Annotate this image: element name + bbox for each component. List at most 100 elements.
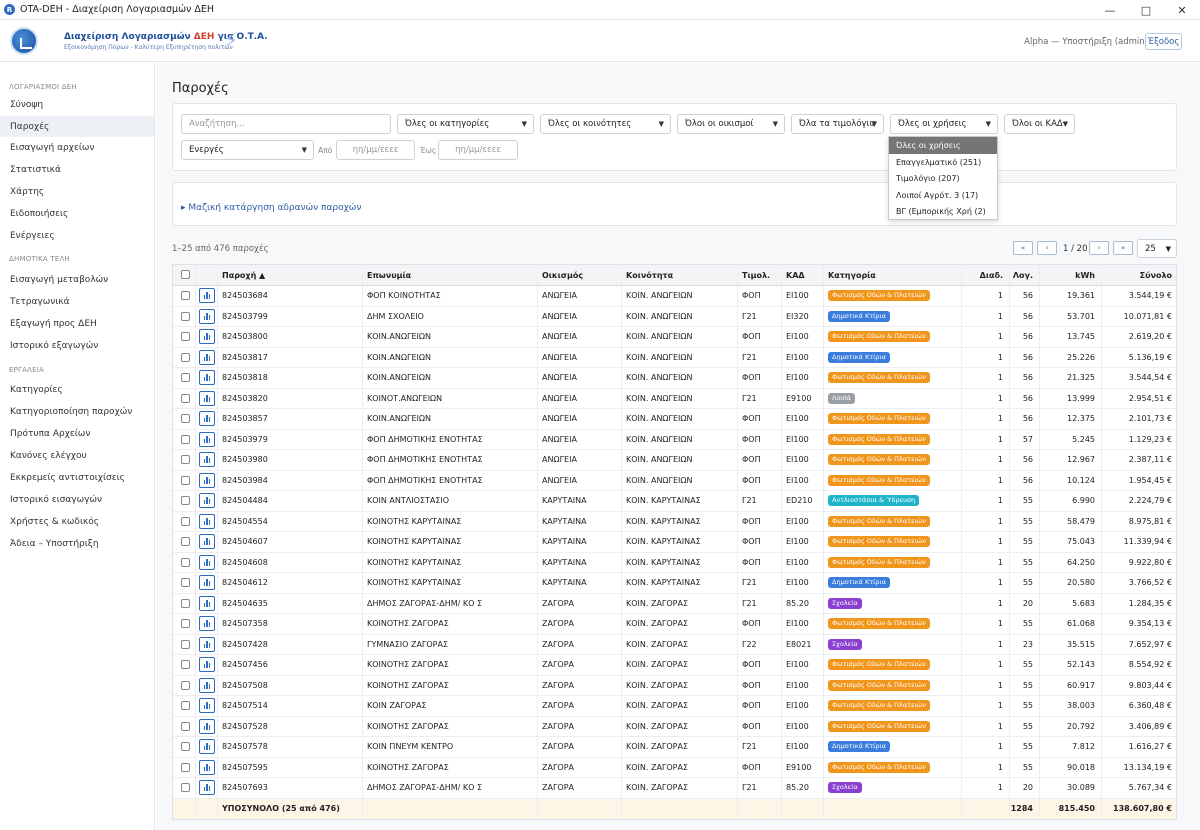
column-header-kwh[interactable]: kWh (1039, 265, 1101, 285)
table-row[interactable]: 824507456 ΚΟΙΝΟΤΗΣ ΖΑΓΟΡΑΣ ΖΑΓΟΡΑ ΚΟΙΝ. ΖΑΓ… (173, 655, 1176, 676)
sidebar-item-license[interactable]: Άδεια – Υποστήριξη (0, 533, 154, 554)
column-header-community[interactable]: Κοινότητα (621, 265, 737, 285)
row-checkbox[interactable] (181, 619, 190, 628)
table-row[interactable]: 824507358 ΚΟΙΝΟΤΗΣ ΖΑΓΟΡΑΣ ΖΑΓΟΡΑ ΚΟΙΝ. ΖΑΓ… (173, 614, 1176, 635)
table-row[interactable]: 824504484 ΚΟΙΝ ΑΝΤΛΙΟΣΤΑΣΙΟ ΚΑΡΥΤΑΙΝΑ ΚΟΙΝ.… (173, 491, 1176, 512)
table-row[interactable]: 824507428 ΓΥΜΝΑΣΙΟ ΖΑΓΟΡΑΣ ΖΑΓΟΡΑ ΚΟΙΝ. ΖΑΓ… (173, 634, 1176, 655)
bar-chart-icon[interactable] (199, 349, 215, 365)
table-row[interactable]: 824507595 ΚΟΙΝΟΤΗΣ ΖΑΓΟΡΑΣ ΖΑΓΟΡΑ ΚΟΙΝ. ΖΑΓ… (173, 757, 1176, 778)
column-header-kad[interactable]: ΚΑΔ (781, 265, 823, 285)
prev-page-button[interactable]: ‹ (1037, 241, 1057, 255)
row-checkbox[interactable] (181, 680, 190, 690)
table-row[interactable]: 824504612 ΚΟΙΝΟΤΗΣ ΚΑΡΥΤΑΙΝΑΣ ΚΑΡΥΤΑΙΝΑ ΚΟΙ… (173, 573, 1176, 594)
table-row[interactable]: 824507508 ΚΟΙΝΟΤΗΣ ΖΑΓΟΡΑΣ ΖΑΓΟΡΑ ΚΟΙΝ. ΖΑΓ… (173, 675, 1176, 696)
table-row[interactable]: 824504554 ΚΟΙΝΟΤΗΣ ΚΑΡΥΤΑΙΝΑΣ ΚΑΡΥΤΑΙΝΑ ΚΟΙ… (173, 511, 1176, 532)
column-header-log[interactable]: Λογ. (1009, 265, 1039, 285)
status-select[interactable]: Ενεργές ▼ (181, 140, 314, 160)
table-row[interactable]: 824503857 ΚΟΙΝ.ΑΝΩΓΕΙΩΝ ΑΝΩΓΕΙΑ ΚΟΙΝ. ΑΝΩΓΕ… (173, 409, 1176, 430)
sidebar-item-square-meters[interactable]: Τετραγωνικά (0, 291, 154, 312)
row-checkbox[interactable] (181, 414, 190, 423)
sidebar-item-statistics[interactable]: Στατιστικά (0, 159, 154, 180)
bar-chart-icon[interactable] (199, 739, 215, 754)
bar-chart-icon[interactable] (199, 534, 215, 549)
column-header-name[interactable]: Επωνυμία (362, 265, 537, 285)
row-checkbox[interactable] (181, 742, 190, 751)
bar-chart-icon[interactable] (199, 452, 215, 467)
sidebar-item-supplies[interactable]: Παροχές (0, 116, 154, 137)
use-option[interactable]: Τιμολόγιο (207) (889, 171, 997, 188)
sidebar-item-import-files[interactable]: Εισαγωγή αρχείων (0, 137, 154, 158)
maximize-icon[interactable]: □ (1128, 0, 1164, 20)
select-all-checkbox[interactable] (181, 270, 190, 279)
use-select[interactable]: Όλες οι χρήσεις ▼ (890, 114, 998, 134)
sidebar-item-map[interactable]: Χάρτης (0, 181, 154, 202)
row-checkbox[interactable] (181, 660, 190, 669)
last-page-button[interactable]: » (1113, 241, 1133, 255)
row-checkbox[interactable] (181, 311, 190, 321)
table-row[interactable]: 824504635 ΔΗΜΟΣ ΖΑΓΟΡΑΣ-ΔΗΜ/ ΚΟ Σ ΖΑΓΟΡΑ ΚΟ… (173, 593, 1176, 614)
row-checkbox[interactable] (181, 373, 190, 382)
table-row[interactable]: 824507528 ΚΟΙΝΟΤΗΣ ΖΑΓΟΡΑΣ ΖΑΓΟΡΑ ΚΟΙΝ. ΖΑΓ… (173, 716, 1176, 737)
row-checkbox[interactable] (181, 639, 190, 649)
bar-chart-icon[interactable] (199, 677, 215, 693)
sidebar-item-import-changes[interactable]: Εισαγωγή μεταβολών (0, 269, 154, 290)
bar-chart-icon[interactable] (199, 370, 215, 385)
sidebar-item-actions[interactable]: Ενέργειες (0, 225, 154, 246)
sidebar-item-overview[interactable]: Σύνοψη (0, 94, 154, 115)
bar-chart-icon[interactable] (199, 554, 215, 570)
row-checkbox[interactable] (181, 291, 190, 300)
community-select[interactable]: Όλες οι κοινότητες ▼ (540, 114, 671, 134)
table-row[interactable]: 824503984 ΦΟΠ ΔΗΜΟΤΙΚΗΣ ΕΝΟΤΗΤΑΣ ΑΝΩΓΕΙΑ ΚΟ… (173, 470, 1176, 491)
row-checkbox[interactable] (181, 721, 190, 731)
row-checkbox[interactable] (181, 557, 190, 567)
row-checkbox[interactable] (181, 393, 190, 403)
row-checkbox[interactable] (181, 762, 190, 772)
first-page-button[interactable]: « (1013, 241, 1033, 255)
column-header-settlement[interactable]: Οικισμός (537, 265, 621, 285)
sidebar-item-import-history[interactable]: Ιστορικό εισαγωγών (0, 489, 154, 510)
bar-chart-icon[interactable] (199, 472, 215, 488)
row-checkbox[interactable] (181, 475, 190, 485)
sidebar-item-export-deh[interactable]: Εξαγωγή προς ΔΕΗ (0, 313, 154, 334)
bar-chart-icon[interactable] (199, 718, 215, 734)
logout-button[interactable]: Έξοδος (1145, 33, 1182, 50)
bar-chart-icon[interactable] (199, 759, 215, 775)
use-option[interactable]: ΒΓ (Εμπορικής Χρή (2) (889, 204, 997, 221)
table-row[interactable]: 824504608 ΚΟΙΝΟΤΗΣ ΚΑΡΥΤΑΙΝΑΣ ΚΑΡΥΤΑΙΝΑ ΚΟΙ… (173, 552, 1176, 573)
table-row[interactable]: 824504607 ΚΟΙΝΟΤΗΣ ΚΑΡΥΤΑΙΝΑΣ ΚΑΡΥΤΑΙΝΑ ΚΟΙ… (173, 532, 1176, 553)
use-option[interactable]: Επαγγελματικό (251) (889, 154, 997, 171)
column-header-distrib[interactable]: Διαδ. (961, 265, 1009, 285)
table-row[interactable]: 824503979 ΦΟΠ ΔΗΜΟΤΙΚΗΣ ΕΝΟΤΗΤΑΣ ΑΝΩΓΕΙΑ ΚΟ… (173, 429, 1176, 450)
bar-chart-icon[interactable] (199, 616, 215, 631)
bar-chart-icon[interactable] (199, 411, 215, 426)
sidebar-item-export-history[interactable]: Ιστορικό εξαγωγών (0, 335, 154, 356)
table-row[interactable]: 824503818 ΚΟΙΝ.ΑΝΩΓΕΙΩΝ ΑΝΩΓΕΙΑ ΚΟΙΝ. ΑΝΩΓΕ… (173, 368, 1176, 389)
bar-chart-icon[interactable] (199, 329, 215, 344)
bar-chart-icon[interactable] (199, 595, 215, 611)
row-checkbox[interactable] (181, 516, 190, 526)
row-checkbox[interactable] (181, 537, 190, 546)
table-row[interactable]: 824507514 ΚΟΙΝ ΖΑΓΟΡΑΣ ΖΑΓΟΡΑ ΚΟΙΝ. ΖΑΓΟΡΑΣ… (173, 696, 1176, 717)
date-to-input[interactable]: ηη/μμ/εεεε (438, 140, 518, 160)
use-option[interactable]: Όλες οι χρήσεις (889, 137, 997, 154)
bar-chart-icon[interactable] (199, 390, 215, 406)
sidebar-item-notifications[interactable]: Ειδοποιήσεις (0, 203, 154, 224)
bar-chart-icon[interactable] (199, 308, 215, 324)
column-header-supply-id[interactable]: Παροχή ▲ (217, 265, 362, 285)
sidebar-item-categorization[interactable]: Κατηγοριοποίηση παροχών (0, 401, 154, 422)
bar-chart-icon[interactable] (199, 493, 215, 508)
bar-chart-icon[interactable] (199, 431, 215, 447)
sidebar-item-categories[interactable]: Κατηγορίες (0, 379, 154, 400)
bar-chart-icon[interactable] (199, 513, 215, 529)
sidebar-item-check-rules[interactable]: Κανόνες ελέγχου (0, 445, 154, 466)
row-checkbox[interactable] (181, 352, 190, 362)
row-checkbox[interactable] (181, 332, 190, 341)
row-checkbox[interactable] (181, 598, 190, 608)
category-select[interactable]: Όλες οι κατηγορίες ▼ (397, 114, 534, 134)
use-option[interactable]: Λοιποί Αγρότ. 3 (17) (889, 187, 997, 204)
search-input[interactable]: Αναζήτηση... (181, 114, 391, 134)
bar-chart-icon[interactable] (199, 780, 215, 795)
bar-chart-icon[interactable] (199, 288, 215, 303)
date-from-input[interactable]: ηη/μμ/εεεε (336, 140, 415, 160)
page-size-select[interactable]: 25 ▼ (1137, 239, 1177, 258)
